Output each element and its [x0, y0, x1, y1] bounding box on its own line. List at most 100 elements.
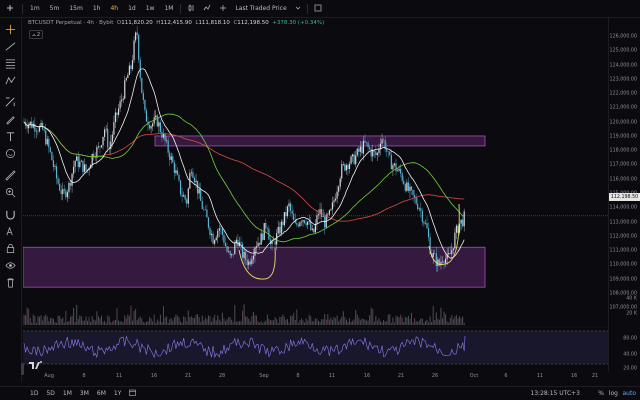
price-source-selector[interactable]: Last Traded Price	[231, 5, 290, 12]
candle-body	[226, 246, 228, 252]
candle-body	[91, 153, 93, 166]
candle-body	[386, 149, 388, 152]
candle-body	[46, 138, 48, 145]
candle-body	[361, 146, 363, 154]
measure-icon[interactable]	[3, 94, 19, 110]
chart-scroll-handle[interactable]	[21, 363, 24, 375]
lock-draw-icon[interactable]	[3, 223, 19, 239]
volume-bar	[209, 316, 211, 325]
volume-bar	[114, 319, 116, 325]
candle-body	[316, 215, 318, 224]
volume-bar	[358, 317, 360, 325]
candle-body	[161, 132, 163, 138]
volume-bar	[273, 320, 275, 325]
candle-body	[375, 151, 377, 156]
crosshair-icon[interactable]	[3, 21, 19, 37]
candle-body	[223, 234, 225, 243]
range-1m[interactable]: 1M	[59, 390, 76, 397]
percent-toggle[interactable]: %	[598, 390, 604, 397]
candle-body	[111, 134, 113, 142]
candle-body	[204, 209, 206, 210]
add-symbol-icon[interactable]	[0, 4, 20, 14]
eye-icon[interactable]	[3, 257, 19, 273]
time-tick: 8	[82, 373, 86, 379]
volume-bar	[234, 305, 236, 325]
price-chart[interactable]	[23, 18, 608, 372]
volume-bar	[249, 321, 251, 325]
timeframe-1h[interactable]: 1h	[88, 5, 106, 12]
zoom-icon[interactable]	[3, 184, 19, 200]
price-tick: 124,000.00	[609, 63, 637, 69]
emoji-icon[interactable]	[3, 145, 19, 161]
volume-tick: 20 K	[626, 311, 637, 317]
candle-body	[221, 228, 223, 235]
timeframe-15m[interactable]: 15m	[64, 5, 87, 12]
go-to-date-icon[interactable]	[125, 389, 140, 398]
chevron-down-icon[interactable]	[291, 5, 305, 13]
volume-bar	[407, 315, 409, 325]
volume-bar	[266, 314, 268, 325]
candle-body	[299, 222, 301, 227]
candle-body	[334, 198, 337, 201]
volume-bar	[101, 315, 102, 325]
rsi-tick: 20.00	[623, 366, 637, 372]
volume-bar	[263, 321, 265, 325]
symbol-name[interactable]: BTCUSDT Perpetual · 4h · Bybit	[28, 20, 113, 26]
price-axis[interactable]: 126,000.00 125,000.00 124,000.00 123,000.00…	[608, 18, 640, 372]
trend-line-icon[interactable]	[3, 38, 19, 54]
volume-bar	[252, 312, 254, 325]
candle-body	[249, 261, 251, 265]
tradingview-logo[interactable]	[29, 355, 43, 369]
candle-body	[136, 32, 138, 35]
timeframe-1M[interactable]: 1M	[159, 5, 178, 12]
volume-bar	[463, 322, 465, 325]
volume-bar	[29, 317, 31, 325]
pattern-icon[interactable]	[3, 72, 19, 88]
trash-icon[interactable]	[3, 274, 19, 290]
candle-body	[255, 246, 258, 248]
brush-icon[interactable]	[3, 111, 19, 127]
auto-toggle[interactable]: auto	[622, 390, 636, 397]
fib-icon[interactable]	[3, 55, 19, 71]
indicators-collapse-button[interactable]: 2	[29, 30, 43, 39]
timeframe-1m[interactable]: 1m	[25, 5, 45, 12]
candle-type-icon[interactable]	[183, 4, 199, 14]
indicators-icon[interactable]	[199, 4, 215, 14]
volume-bar	[282, 314, 284, 325]
volume-bar	[420, 318, 422, 325]
clock[interactable]: 13:28:15 UTC+3	[530, 390, 580, 397]
ruler-icon[interactable]	[3, 167, 19, 183]
toolbar-divider	[180, 3, 182, 14]
volume-bar	[104, 320, 106, 325]
price-tick: 107,000.00	[609, 305, 637, 311]
candle-body	[437, 259, 439, 267]
volume-bar	[124, 315, 126, 325]
log-toggle[interactable]: log	[609, 390, 618, 397]
volume-bar	[443, 311, 445, 325]
range-5d[interactable]: 5D	[42, 390, 58, 397]
range-3m[interactable]: 3M	[76, 390, 93, 397]
range-1d[interactable]: 1D	[26, 390, 42, 397]
timeframe-1w[interactable]: 1w	[141, 5, 160, 12]
candle-body	[59, 183, 61, 191]
volume-bar	[96, 311, 98, 325]
timeframe-4h[interactable]: 4h	[105, 5, 123, 12]
fullscreen-icon[interactable]	[310, 4, 326, 14]
price-source-icon[interactable]	[215, 4, 231, 14]
text-icon[interactable]	[3, 128, 19, 144]
candle-body	[85, 164, 87, 171]
volume-bar	[159, 314, 161, 325]
candle-body	[99, 146, 101, 148]
lock-icon[interactable]	[3, 240, 19, 256]
range-6m[interactable]: 6M	[93, 390, 110, 397]
price-tick: 110,000.00	[609, 262, 637, 268]
candle-body	[135, 32, 137, 41]
time-axis[interactable]: Aug 8 11 16 21 28 Sep 8 11 16 21 26 Oct 6 11 16 21	[23, 372, 608, 382]
candle-body	[176, 170, 179, 175]
range-1y[interactable]: 1Y	[110, 390, 125, 397]
magnet-icon[interactable]	[3, 206, 19, 222]
volume-bar	[190, 316, 192, 325]
candle-body	[412, 189, 414, 196]
timeframe-1d[interactable]: 1d	[123, 5, 141, 12]
timeframe-5m[interactable]: 5m	[45, 5, 65, 12]
